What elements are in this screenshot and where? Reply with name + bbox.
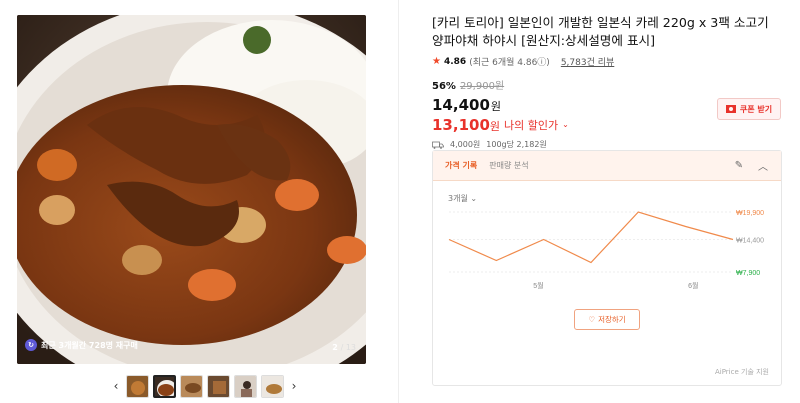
unit-price: 100g당 2,182원 xyxy=(486,140,547,149)
product-info: [카리 토리아] 일본인이 개발한 일본식 카레 220g x 3팩 소고기 양… xyxy=(432,14,782,150)
period-select[interactable]: 3개월 ⌄ xyxy=(448,193,477,204)
thumbnail-4[interactable] xyxy=(207,374,230,398)
y-tick-label: ₩14,400 xyxy=(736,238,764,245)
product-title: [카리 토리아] 일본인이 개발한 일본식 카레 220g x 3팩 소고기 양… xyxy=(432,15,769,48)
thumbnail-6[interactable] xyxy=(261,374,284,398)
period-chevron-icon: ⌄ xyxy=(470,194,478,203)
my-price-label: 나의 할인가 xyxy=(504,118,559,132)
sale-price: 14,400 xyxy=(432,96,490,114)
image-counter-total: / 13 xyxy=(340,343,356,352)
my-price-unit: 원 xyxy=(489,120,501,133)
chevron-down-icon[interactable]: ⌄ xyxy=(562,120,569,129)
coupon-label: 쿠폰 받기 xyxy=(739,104,773,114)
rating-row: ★ 4.86 (최근 6개월 4.86ⓘ) 5,783건 리뷰 xyxy=(432,55,782,68)
coupon-button[interactable]: 쿠폰 받기 xyxy=(717,98,781,120)
tab-sales-analysis[interactable]: 판매량 분석 xyxy=(489,160,528,171)
x-tick-label: 5월 xyxy=(533,281,543,290)
period-label: 3개월 xyxy=(448,194,468,203)
repurchase-badge: ↻ 최근 3개월간 728명 재구매 xyxy=(25,336,138,354)
review-count-link[interactable]: 5,783건 리뷰 xyxy=(561,55,614,68)
thumbnail-5[interactable] xyxy=(234,374,257,398)
shipping-row: 4,000원 100g당 2,182원 xyxy=(432,139,782,150)
original-price: 29,900원 xyxy=(459,81,505,92)
chevron-up-icon[interactable]: ︿ xyxy=(757,160,769,173)
x-tick-label: 6월 xyxy=(688,281,698,290)
repurchase-text: 최근 3개월간 728명 재구매 xyxy=(41,340,138,350)
column-divider xyxy=(398,0,399,403)
rating-subtext[interactable]: (최근 6개월 4.86ⓘ) xyxy=(469,55,550,68)
image-counter-current: 2 xyxy=(332,343,338,352)
coupon-icon xyxy=(725,105,736,113)
curry-photo xyxy=(17,15,366,364)
price-card-header: 가격 기록 판매량 분석 ✎ ︿ xyxy=(433,151,781,181)
sale-price-unit: 원 xyxy=(490,100,502,113)
original-price-row: 56% 29,900원 xyxy=(432,77,782,92)
heart-icon: ♡ xyxy=(588,315,596,324)
price-history-card: 가격 기록 판매량 분석 ✎ ︿ 3개월 ⌄ ₩19,900 ₩14,400 ₩7,… xyxy=(432,150,782,386)
thumbnail-3[interactable] xyxy=(180,374,203,398)
shipping-fee: 4,000원 xyxy=(450,140,481,149)
save-button[interactable]: ♡ 저장하기 xyxy=(574,309,640,330)
save-label: 저장하기 xyxy=(598,315,626,324)
rating-value: 4.86 xyxy=(443,56,467,67)
y-tick-label: ₩7,900 xyxy=(736,270,760,277)
thumb-prev-icon[interactable]: ‹ xyxy=(110,374,122,398)
star-icon: ★ xyxy=(432,56,441,67)
truck-icon xyxy=(432,141,444,149)
my-price: 13,100 xyxy=(432,116,490,134)
price-chart: ₩19,900 ₩14,400 ₩7,900 5월 6월 xyxy=(448,210,764,290)
thumb-next-icon[interactable]: › xyxy=(288,374,300,398)
thumbnail-strip: ‹ › xyxy=(110,374,300,398)
edit-icon[interactable]: ✎ xyxy=(733,160,745,172)
product-image[interactable]: ↻ 최근 3개월간 728명 재구매 2 / 13 xyxy=(17,15,366,364)
image-counter: 2 / 13 xyxy=(332,343,356,352)
card-header-icons: ✎ ︿ xyxy=(733,160,769,173)
tab-price-history[interactable]: 가격 기록 xyxy=(445,160,477,171)
credit-text: AiPrice 기술 지원 xyxy=(714,368,769,376)
repurchase-icon: ↻ xyxy=(25,339,37,351)
y-tick-label: ₩19,900 xyxy=(736,210,764,217)
my-price-group: 13,100원 xyxy=(432,115,500,134)
discount-rate: 56% xyxy=(432,81,456,92)
price-series-line xyxy=(448,211,734,264)
thumbnail-2[interactable] xyxy=(153,374,176,398)
thumbnail-1[interactable] xyxy=(126,374,149,398)
